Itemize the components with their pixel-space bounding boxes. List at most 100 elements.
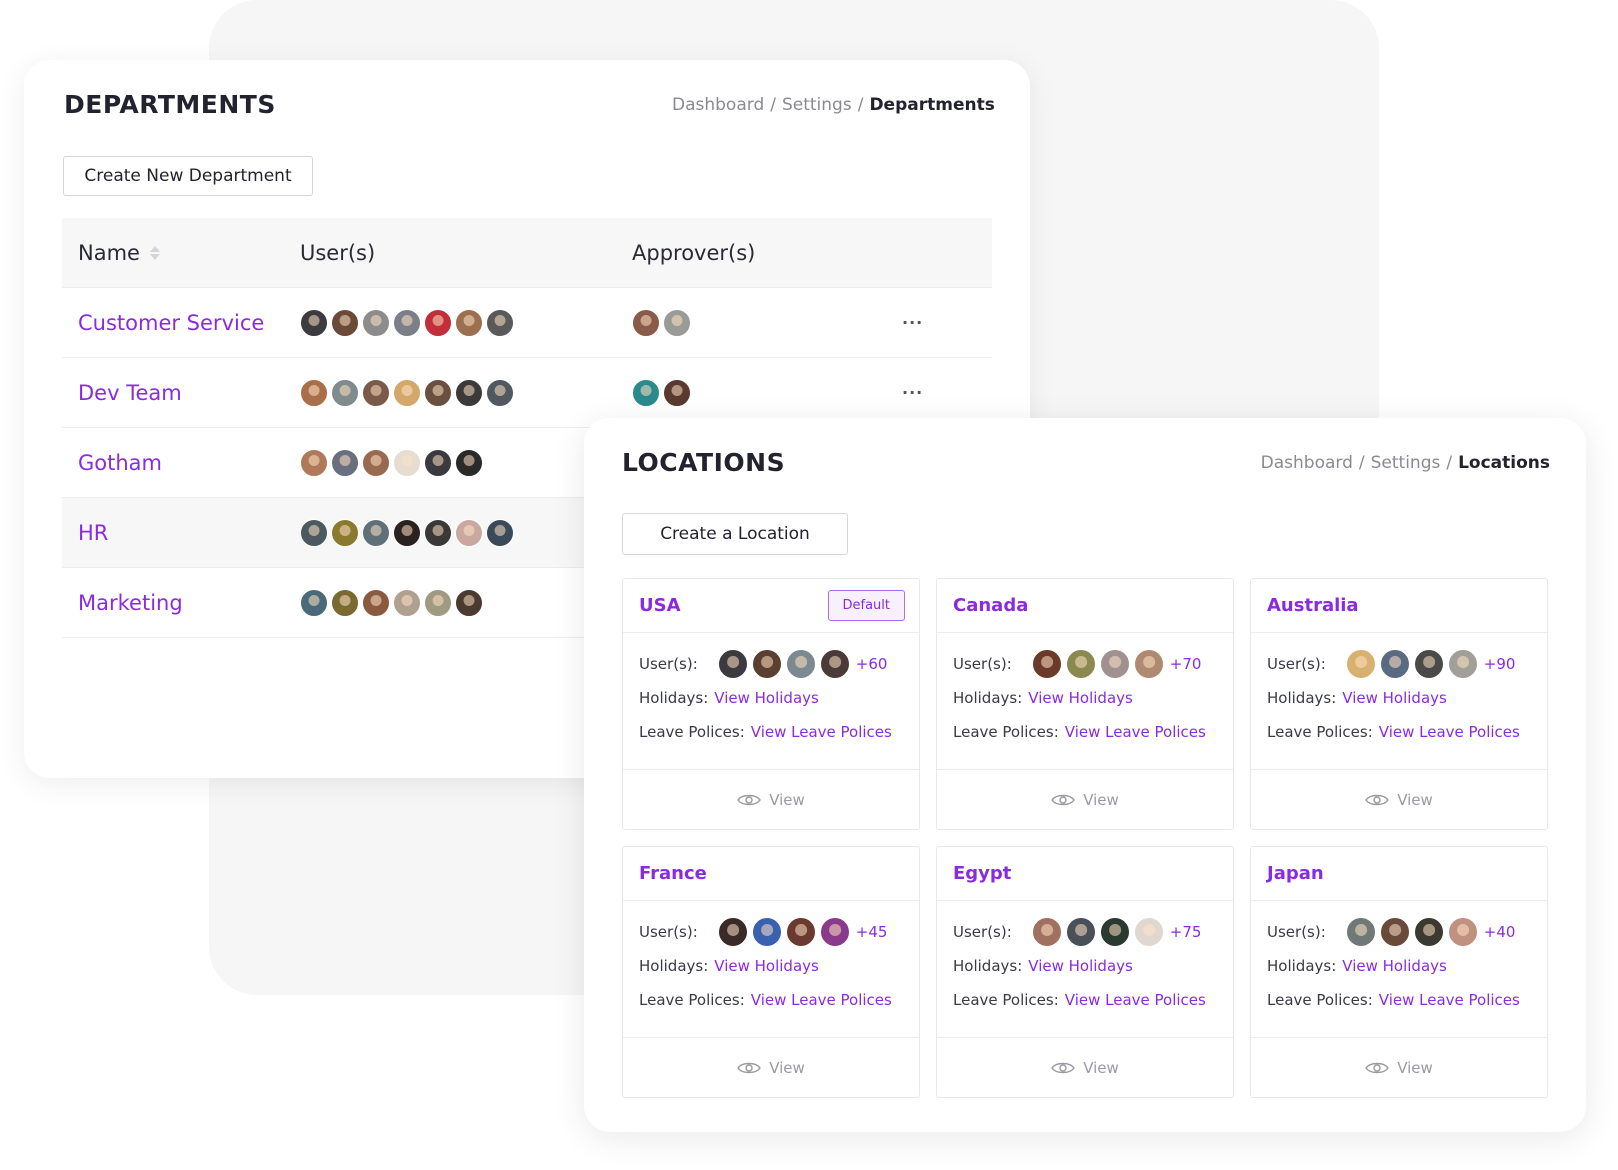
view-holidays-link[interactable]: View Holidays xyxy=(1342,957,1447,975)
location-card-header: USA Default xyxy=(623,579,919,633)
location-users-line: User(s): +45 xyxy=(639,915,903,949)
location-name-link[interactable]: France xyxy=(639,863,707,884)
location-name-link[interactable]: Egypt xyxy=(953,863,1011,884)
location-avatar-group xyxy=(717,649,854,679)
location-card-header: France xyxy=(623,847,919,901)
holidays-line: Holidays: View Holidays xyxy=(1267,949,1531,983)
location-card-header: Egypt xyxy=(937,847,1233,901)
view-holidays-link[interactable]: View Holidays xyxy=(1028,689,1133,707)
breadcrumb-dashboard[interactable]: Dashboard xyxy=(1261,453,1353,473)
department-approvers-cell xyxy=(632,308,902,337)
user-avatar xyxy=(393,308,421,337)
user-avatar xyxy=(1379,649,1410,679)
view-holidays-link[interactable]: View Holidays xyxy=(714,957,819,975)
user-avatar xyxy=(1065,917,1096,947)
department-name-link[interactable]: Marketing xyxy=(78,591,183,615)
approver-avatar xyxy=(632,378,660,407)
view-location-button[interactable]: View xyxy=(937,769,1233,829)
user-avatar xyxy=(1345,649,1376,679)
leave-policies-label: Leave Polices: xyxy=(953,991,1059,1009)
user-avatar xyxy=(819,917,850,947)
location-name-link[interactable]: Canada xyxy=(953,595,1028,616)
view-label: View xyxy=(1083,1058,1119,1077)
location-card-body: User(s): +45 Holidays: View Holidays Leave P… xyxy=(623,901,919,1037)
user-avatar xyxy=(424,448,452,477)
view-leave-policies-link[interactable]: View Leave Polices xyxy=(1379,991,1520,1009)
department-name-link[interactable]: HR xyxy=(78,521,108,545)
breadcrumb-settings[interactable]: Settings xyxy=(782,95,852,115)
department-name-link[interactable]: Gotham xyxy=(78,451,162,475)
holidays-line: Holidays: View Holidays xyxy=(953,681,1217,715)
location-avatar-group xyxy=(1345,649,1482,679)
locations-grid: USA Default User(s): +60 Holidays: View Holid… xyxy=(622,578,1552,1098)
breadcrumb-separator: / xyxy=(1446,453,1453,473)
location-name-link[interactable]: Japan xyxy=(1267,863,1324,884)
user-avatar xyxy=(751,649,782,679)
view-holidays-link[interactable]: View Holidays xyxy=(1342,689,1447,707)
view-leave-policies-link[interactable]: View Leave Polices xyxy=(1065,991,1206,1009)
view-leave-policies-link[interactable]: View Leave Polices xyxy=(751,991,892,1009)
department-users-cell xyxy=(300,308,632,337)
leave-policies-label: Leave Polices: xyxy=(953,723,1059,741)
location-card: Canada User(s): +70 Holidays: View Holidays L… xyxy=(936,578,1234,830)
user-avatar xyxy=(717,649,748,679)
user-avatar-group xyxy=(300,588,486,617)
user-count-badge[interactable]: +60 xyxy=(856,655,888,673)
user-avatar xyxy=(1447,917,1478,947)
sort-icon[interactable] xyxy=(149,245,160,260)
view-location-button[interactable]: View xyxy=(623,769,919,829)
view-location-button[interactable]: View xyxy=(1251,1037,1547,1097)
user-avatar xyxy=(819,649,850,679)
user-avatar xyxy=(424,308,452,337)
user-avatar xyxy=(717,917,748,947)
holidays-label: Holidays: xyxy=(1267,689,1337,707)
user-avatar-group xyxy=(300,518,517,547)
leave-policies-line: Leave Polices: View Leave Polices xyxy=(639,983,903,1017)
view-holidays-link[interactable]: View Holidays xyxy=(1028,957,1133,975)
create-location-button[interactable]: Create a Location xyxy=(622,513,848,555)
eye-icon xyxy=(1051,793,1076,807)
table-row: Customer Service ··· xyxy=(62,288,992,358)
user-avatar xyxy=(393,588,421,617)
eye-icon xyxy=(737,793,762,807)
eye-icon xyxy=(737,1061,762,1075)
user-avatar xyxy=(362,588,390,617)
breadcrumb-dashboard[interactable]: Dashboard xyxy=(672,95,764,115)
more-options-icon[interactable]: ··· xyxy=(902,313,923,332)
approver-avatar xyxy=(632,308,660,337)
user-avatar xyxy=(1031,649,1062,679)
department-name-cell: Dev Team xyxy=(62,381,300,405)
user-count-badge[interactable]: +75 xyxy=(1170,923,1202,941)
breadcrumb-settings[interactable]: Settings xyxy=(1371,453,1441,473)
view-leave-policies-link[interactable]: View Leave Polices xyxy=(1379,723,1520,741)
view-location-button[interactable]: View xyxy=(1251,769,1547,829)
view-location-button[interactable]: View xyxy=(623,1037,919,1097)
view-leave-policies-link[interactable]: View Leave Polices xyxy=(751,723,892,741)
user-avatar xyxy=(362,308,390,337)
user-avatar xyxy=(424,518,452,547)
view-location-button[interactable]: View xyxy=(937,1037,1233,1097)
default-badge: Default xyxy=(827,590,905,621)
user-avatar xyxy=(455,518,483,547)
user-avatar xyxy=(785,649,816,679)
user-count-badge[interactable]: +40 xyxy=(1484,923,1516,941)
location-card: Egypt User(s): +75 Holidays: View Holidays Le… xyxy=(936,846,1234,1098)
user-avatar xyxy=(1345,917,1376,947)
user-avatar xyxy=(331,448,359,477)
create-department-button[interactable]: Create New Department xyxy=(63,156,313,196)
view-holidays-link[interactable]: View Holidays xyxy=(714,689,819,707)
department-name-link[interactable]: Customer Service xyxy=(78,311,264,335)
breadcrumb-separator: / xyxy=(770,95,776,115)
column-name-header[interactable]: Name xyxy=(62,241,300,265)
user-count-badge[interactable]: +45 xyxy=(856,923,888,941)
department-name-link[interactable]: Dev Team xyxy=(78,381,182,405)
eye-icon xyxy=(1051,1061,1076,1075)
eye-icon xyxy=(1365,793,1390,807)
more-options-icon[interactable]: ··· xyxy=(902,383,923,402)
department-users-cell xyxy=(300,448,632,477)
user-count-badge[interactable]: +90 xyxy=(1484,655,1516,673)
location-name-link[interactable]: Australia xyxy=(1267,595,1359,616)
view-leave-policies-link[interactable]: View Leave Polices xyxy=(1065,723,1206,741)
location-name-link[interactable]: USA xyxy=(639,595,681,616)
user-count-badge[interactable]: +70 xyxy=(1170,655,1202,673)
